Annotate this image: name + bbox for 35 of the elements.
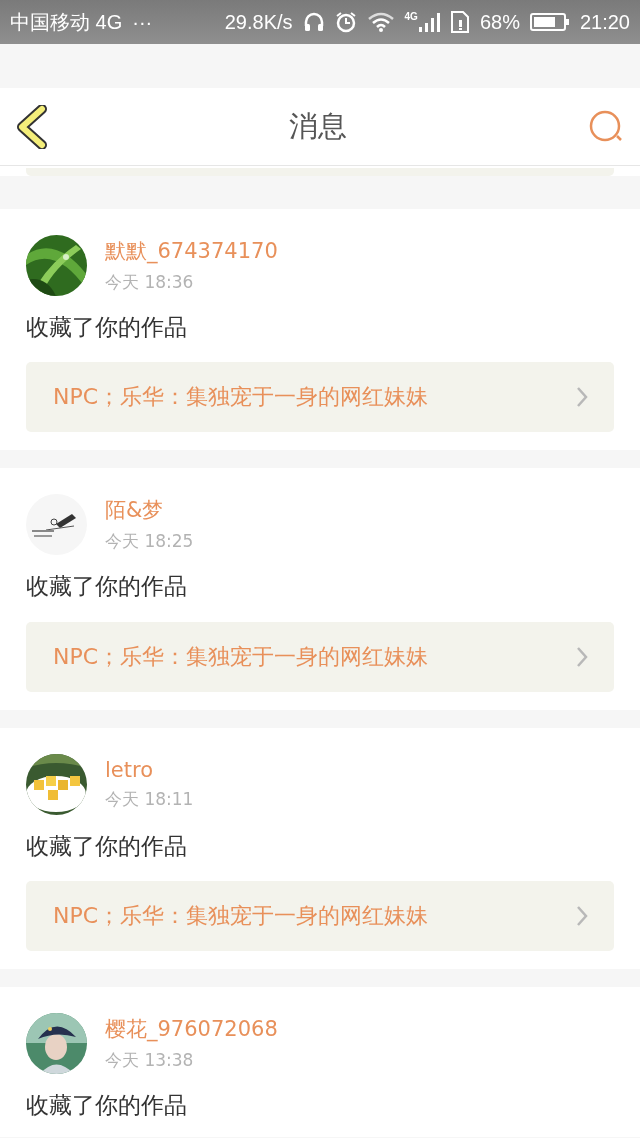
page-title: 消息 xyxy=(289,107,347,145)
message-time: 今天 13:38 xyxy=(105,1049,195,1073)
work-link[interactable]: NPC；乐华：集独宠于一身的网红妹妹 xyxy=(26,621,614,692)
carrier-text: 中国移动 4G xyxy=(10,9,123,35)
message-text: 收藏了你的作品 xyxy=(26,573,188,600)
user-name[interactable]: 陌&梦 xyxy=(105,496,194,525)
user-name[interactable]: letro xyxy=(105,757,194,782)
message-time: 今天 18:36 xyxy=(105,271,195,294)
back-chevron-icon[interactable] xyxy=(16,104,48,149)
chevron-right-icon xyxy=(576,386,588,409)
chevron-right-icon xyxy=(576,645,588,668)
battery-percent: 68% xyxy=(479,10,520,34)
message-text: 收藏了你的作品 xyxy=(26,314,188,341)
more-text: ··· xyxy=(132,10,153,34)
headphones-icon xyxy=(302,11,325,33)
clock-time: 21:20 xyxy=(579,10,630,34)
network-type-label: 4G xyxy=(404,11,418,22)
message-time: 今天 18:25 xyxy=(105,530,194,554)
battery-icon xyxy=(529,12,570,32)
signal-icon xyxy=(417,11,440,33)
work-title: NPC；乐华：集独宠于一身的网红妹妹 xyxy=(53,902,429,931)
user-name[interactable]: 默默_674374170 xyxy=(105,237,278,265)
message-time: 今天 18:11 xyxy=(105,787,194,811)
chevron-right-icon xyxy=(576,905,588,928)
message-text: 收藏了你的作品 xyxy=(26,832,188,860)
user-name[interactable]: 樱花_976072068 xyxy=(105,1015,278,1044)
work-link[interactable]: NPC；乐华：集独宠于一身的网红妹妹 xyxy=(26,881,614,952)
message-text: 收藏了你的作品 xyxy=(26,1092,188,1119)
network-speed: 29.8K/s xyxy=(224,10,293,34)
wifi-icon xyxy=(366,11,395,33)
work-title: NPC；乐华：集独宠于一身的网红妹妹 xyxy=(53,383,429,412)
sim-card-icon xyxy=(449,11,470,33)
work-link[interactable]: NPC；乐华：集独宠于一身的网红妹妹 xyxy=(26,362,614,433)
alarm-icon xyxy=(334,11,357,33)
work-title: NPC；乐华：集独宠于一身的网红妹妹 xyxy=(53,642,429,671)
